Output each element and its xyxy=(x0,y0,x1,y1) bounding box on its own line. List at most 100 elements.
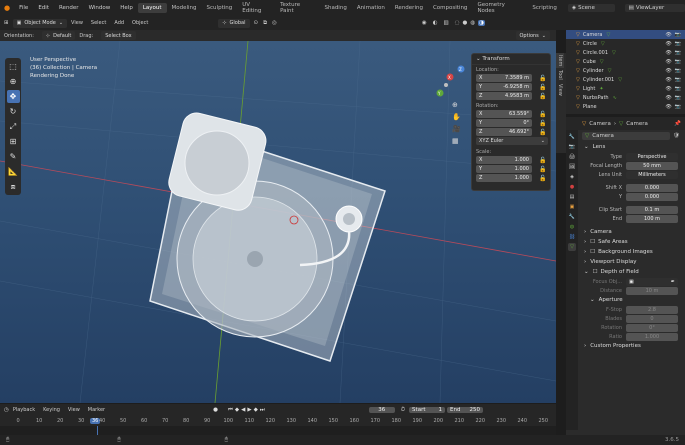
dof-panel-header[interactable]: ⌄ ☐ Depth of Field xyxy=(566,267,685,277)
constraints-tab-icon[interactable]: ⛓ xyxy=(568,233,576,241)
safe-areas-panel-header[interactable]: › ☐ Safe Areas xyxy=(566,237,685,247)
view-object-types-icon[interactable]: ◉ xyxy=(422,20,427,26)
tab-animation[interactable]: Animation xyxy=(352,3,390,13)
camera-icon[interactable]: 📷 xyxy=(675,86,681,92)
focus-object-field[interactable]: ▣ ✒ xyxy=(626,277,678,286)
measure-icon[interactable]: 📐 xyxy=(7,165,20,178)
transform-icon[interactable]: ⊞ xyxy=(7,135,20,148)
blender-logo-icon[interactable]: ● xyxy=(4,4,10,12)
outliner-item-camera[interactable]: ▽ Camera ▽ 👁 📷 xyxy=(566,30,685,39)
location-z-field[interactable]: Z 4.9583 m xyxy=(476,92,532,100)
physics-tab-icon[interactable]: ◍ xyxy=(568,223,576,231)
tool-tab-icon[interactable]: 🔧 xyxy=(568,133,576,141)
output-tab-icon[interactable]: 🖨 xyxy=(568,153,576,161)
rotation-x-field[interactable]: X 63.559° xyxy=(476,110,532,118)
play-reverse-icon[interactable]: ◀ xyxy=(241,407,245,413)
viewport-display-panel-header[interactable]: › Viewport Display xyxy=(566,257,685,267)
modifier-tab-icon[interactable]: 🔧 xyxy=(568,213,576,221)
checkbox[interactable]: ☐ xyxy=(590,249,595,255)
menu-help[interactable]: Help xyxy=(115,5,138,11)
add-cube-icon[interactable]: ⧈ xyxy=(7,180,20,193)
type-dropdown[interactable]: Perspective xyxy=(626,152,678,161)
transform-orientation-dropdown[interactable]: ⊹ Global xyxy=(218,18,250,28)
camera-icon[interactable]: 📷 xyxy=(675,32,681,38)
tab-item[interactable]: Item xyxy=(556,53,564,69)
camera-icon[interactable]: 📷 xyxy=(675,104,681,110)
lock-icon[interactable]: 🔓 xyxy=(539,166,546,173)
xray-icon[interactable]: ▥ xyxy=(443,20,448,26)
eye-icon[interactable]: 👁 xyxy=(665,95,671,101)
location-x-field[interactable]: X 7.3589 m xyxy=(476,74,532,82)
tab-texture-paint[interactable]: Texture Paint xyxy=(275,0,319,16)
distance-field[interactable]: 10 m xyxy=(626,286,678,295)
camera-view-icon[interactable]: 🎥 xyxy=(452,125,461,133)
tab-uv-editing[interactable]: UV Editing xyxy=(237,0,275,16)
record-icon[interactable]: ● xyxy=(213,407,218,413)
scale-icon[interactable]: ⤢ xyxy=(7,120,20,133)
outliner-item-plane[interactable]: ▽ Plane 👁 📷 xyxy=(566,102,685,111)
aperture-rotation-field[interactable]: 0° xyxy=(626,323,678,332)
eyedropper-icon[interactable]: ✒ xyxy=(671,279,675,285)
scale-x-field[interactable]: X 1.000 xyxy=(476,156,532,164)
lock-icon[interactable]: 🔓 xyxy=(539,175,546,182)
move-icon[interactable]: ✥ xyxy=(6,90,20,103)
outliner-item-cylinder[interactable]: ▽ Cylinder ▽ 👁 📷 xyxy=(566,66,685,75)
collection-tab-icon[interactable]: ▤ xyxy=(568,193,576,201)
camera-icon[interactable]: 📷 xyxy=(675,41,681,47)
eye-icon[interactable]: 👁 xyxy=(665,104,671,110)
menu-add[interactable]: Add xyxy=(114,20,124,26)
menu-file[interactable]: File xyxy=(14,5,33,11)
play-icon[interactable]: ▶ xyxy=(247,407,251,413)
eye-icon[interactable]: 👁 xyxy=(665,41,671,47)
menu-render[interactable]: Render xyxy=(54,5,84,11)
fstop-field[interactable]: 2.8 xyxy=(626,305,678,314)
jump-start-icon[interactable]: ⏮ xyxy=(228,407,233,414)
camera-icon[interactable]: 📷 xyxy=(675,77,681,83)
rotate-icon[interactable]: ↻ xyxy=(7,105,20,118)
eye-icon[interactable]: 👁 xyxy=(665,50,671,56)
view-layer-tab-icon[interactable]: 🖼 xyxy=(568,163,576,171)
perspective-toggle-icon[interactable]: ▦ xyxy=(452,137,459,145)
camera-data-tab-icon[interactable]: ▽ xyxy=(568,243,576,251)
lock-icon[interactable]: 🔓 xyxy=(539,157,546,164)
outliner-item-nurbspath[interactable]: ▽ NurbsPath ∿ 👁 📷 xyxy=(566,93,685,102)
camera-icon[interactable]: 📷 xyxy=(675,59,681,65)
shift-y-field[interactable]: 0.000 xyxy=(626,192,678,201)
lens-panel-header[interactable]: ⌄ Lens xyxy=(566,142,685,152)
select-box-icon[interactable]: ⬚ xyxy=(7,60,20,73)
snap-icon[interactable]: ⧉ xyxy=(263,20,267,27)
aperture-panel-header[interactable]: ⌄ Aperture xyxy=(566,295,685,305)
checkbox[interactable]: ☐ xyxy=(590,239,595,245)
lens-unit-dropdown[interactable]: Millimeters xyxy=(626,170,678,179)
lock-icon[interactable]: 🔓 xyxy=(539,93,546,100)
eye-icon[interactable]: 👁 xyxy=(665,86,671,92)
eye-icon[interactable]: 👁 xyxy=(665,68,671,74)
tab-rendering[interactable]: Rendering xyxy=(390,3,428,13)
camera-icon[interactable]: 📷 xyxy=(675,68,681,74)
eye-icon[interactable]: 👁 xyxy=(665,59,671,65)
rotation-y-field[interactable]: Y 0° xyxy=(476,119,532,127)
clip-end-field[interactable]: 100 m xyxy=(626,214,678,223)
menu-view-timeline[interactable]: View xyxy=(68,407,80,413)
editor-type-icon[interactable]: ⊞ xyxy=(4,20,9,26)
menu-window[interactable]: Window xyxy=(84,5,116,11)
current-frame-field[interactable]: 36 xyxy=(368,407,395,413)
menu-object[interactable]: Object xyxy=(132,20,148,26)
outliner-item-cube[interactable]: ▽ Cube ▽ 👁 📷 xyxy=(566,57,685,66)
drag-dropdown[interactable]: Select Box xyxy=(101,31,136,40)
lock-icon[interactable]: 🔓 xyxy=(539,129,546,136)
shading-wireframe-icon[interactable]: ◌ xyxy=(455,20,460,26)
lock-icon[interactable]: 🔓 xyxy=(539,111,546,118)
annotate-icon[interactable]: ✎ xyxy=(7,150,20,163)
menu-keying[interactable]: Keying xyxy=(43,407,60,413)
cursor-icon[interactable]: ⊕ xyxy=(7,75,20,88)
camera-data-selector[interactable]: ▽ Camera 🛡 xyxy=(566,130,685,142)
rotation-z-field[interactable]: Z 46.692° xyxy=(476,128,532,136)
scene-selector[interactable]: ◈ Scene xyxy=(567,4,615,12)
ratio-field[interactable]: 1.000 xyxy=(626,332,678,341)
object-tab-icon[interactable]: ▣ xyxy=(568,203,576,211)
viewlayer-selector[interactable]: ▤ ViewLayer xyxy=(624,4,685,12)
transform-header[interactable]: ⌄ Transform xyxy=(472,54,550,65)
lock-icon[interactable]: 🔓 xyxy=(539,120,546,127)
timeline-ruler[interactable]: 0 10 20 30 36 40 50 60 70 80 90 100 110 120 130 140 150 1… xyxy=(0,416,556,426)
